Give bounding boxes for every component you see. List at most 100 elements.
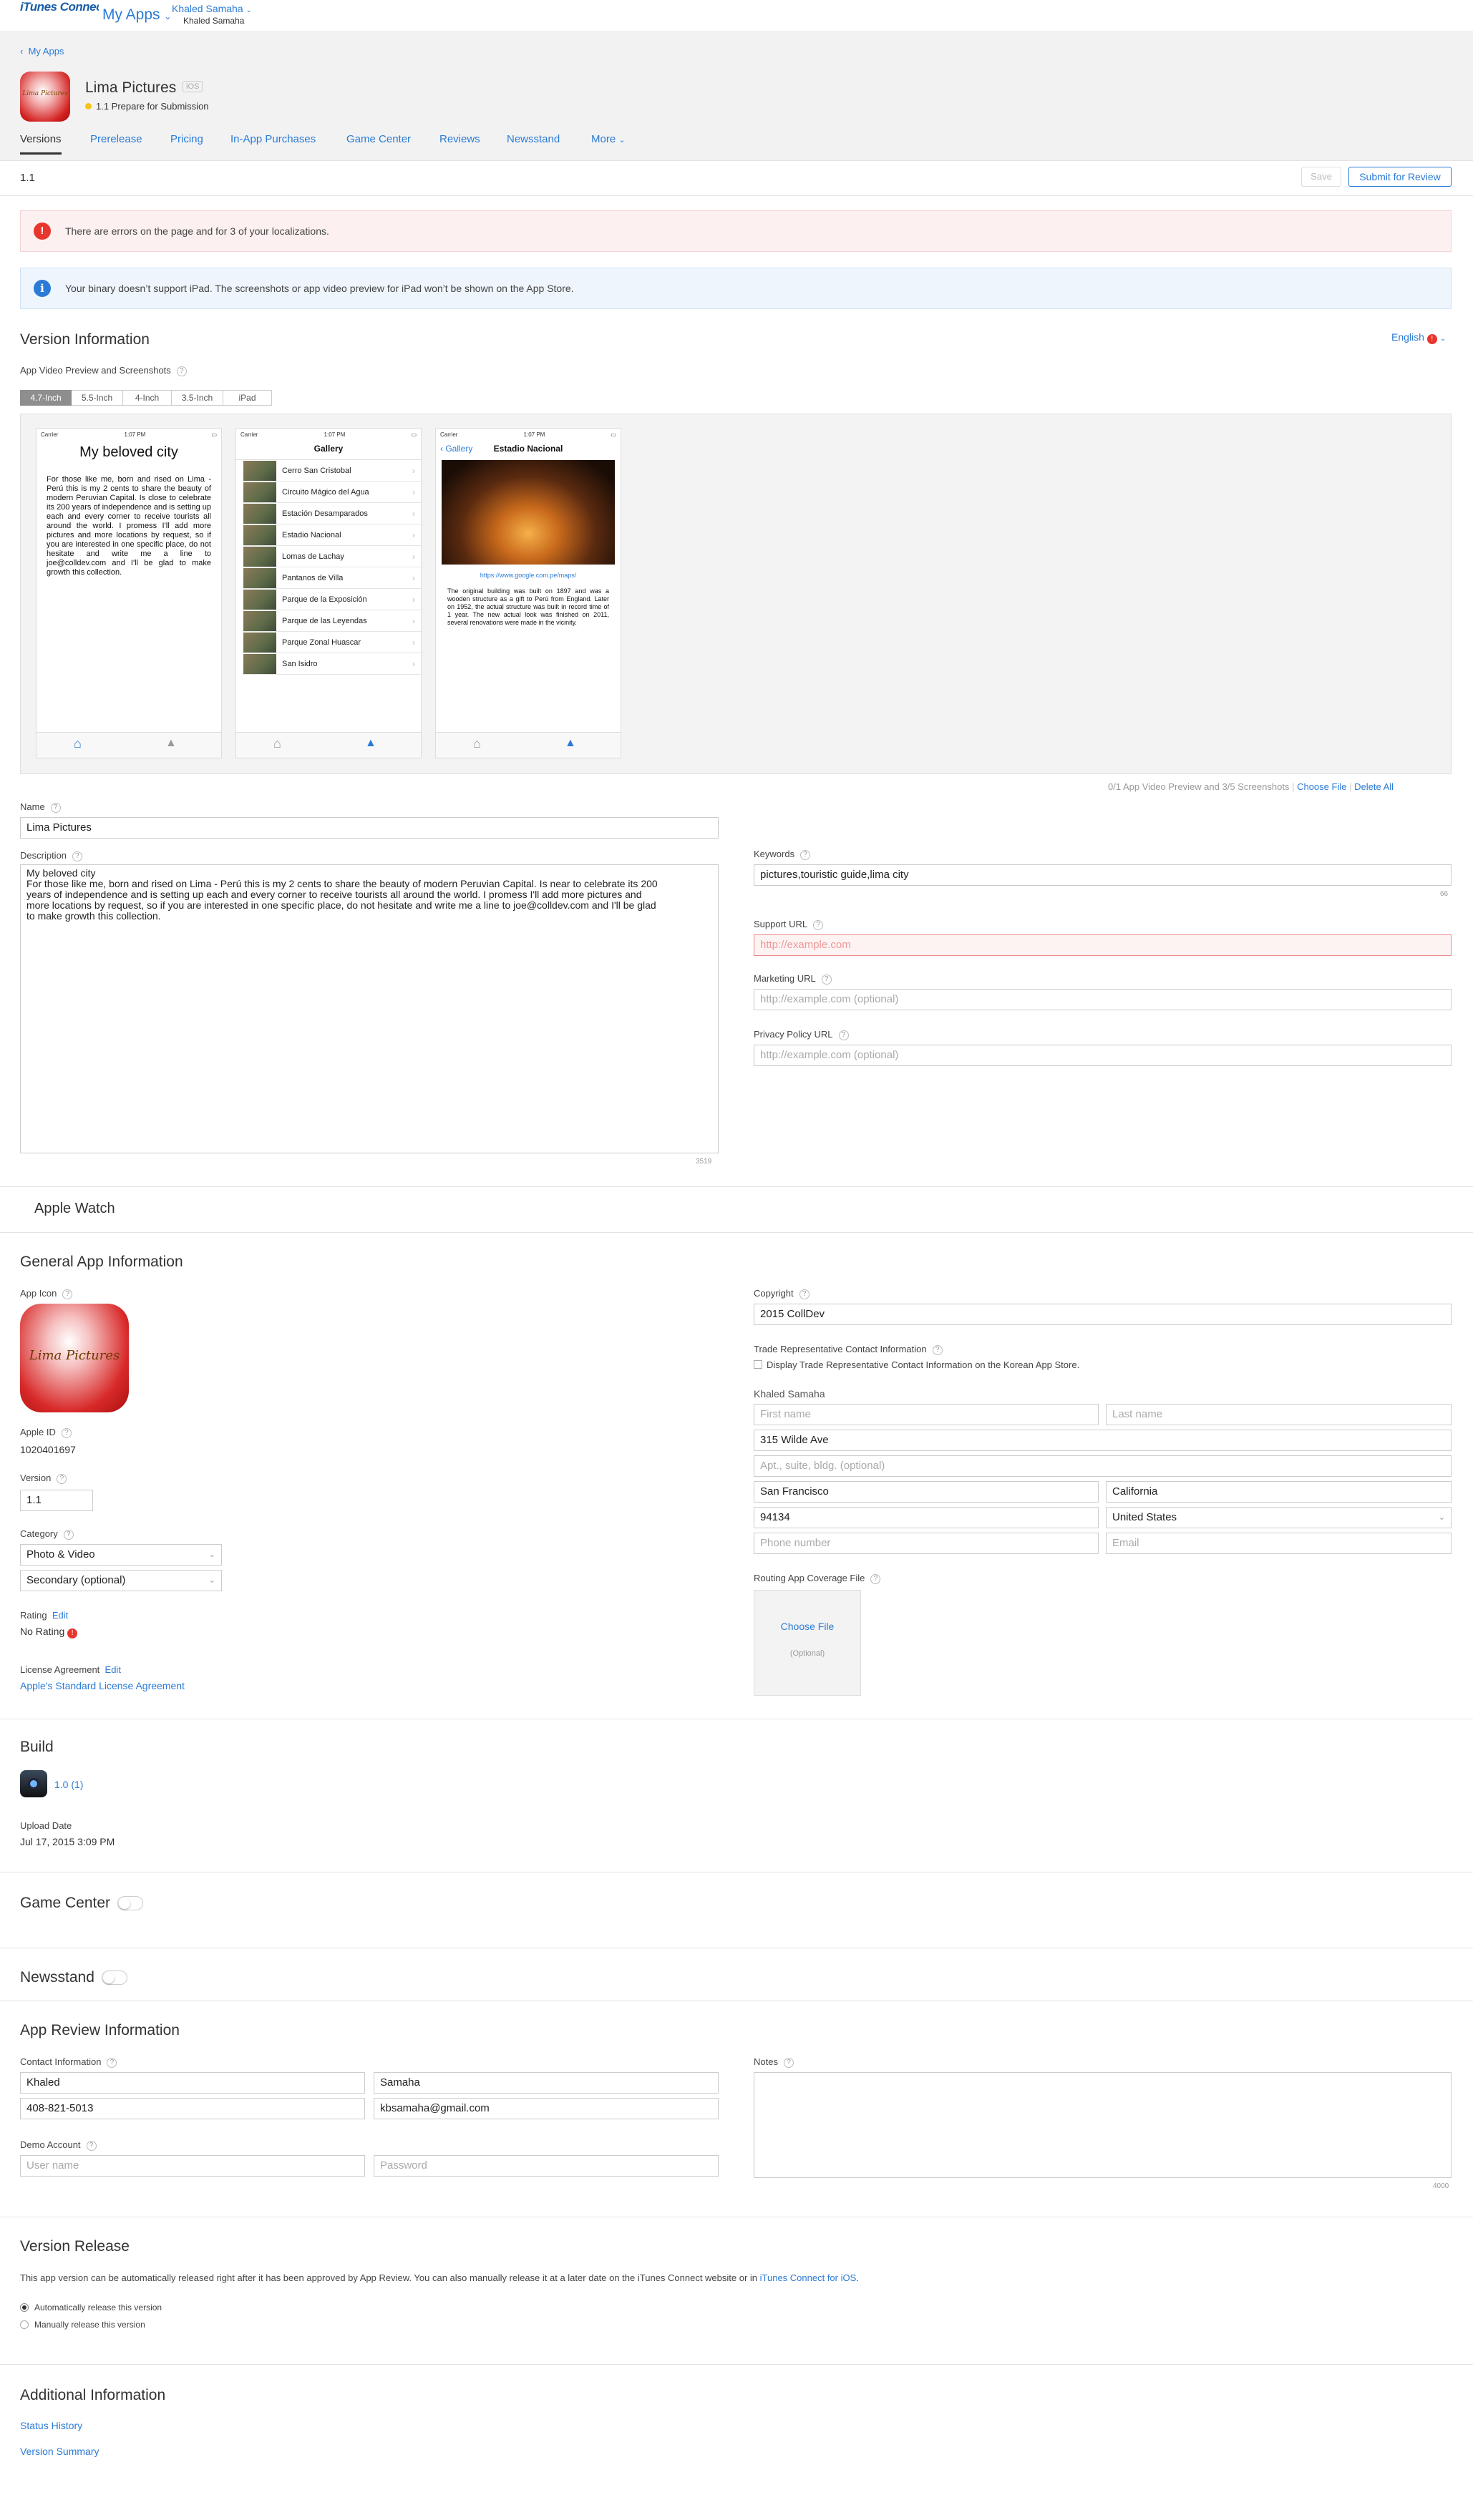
license-edit-link[interactable]: Edit	[105, 1664, 121, 1675]
list-item[interactable]: Estadio Nacional ›	[243, 524, 421, 546]
screenshot-1[interactable]: Carrier 1:07 PM ▭ My beloved city For thos…	[36, 428, 222, 758]
help-icon[interactable]: ?	[870, 1574, 881, 1584]
routing-file-dropzone[interactable]: Choose File (Optional)	[754, 1590, 861, 1696]
screenshot-3[interactable]: Carrier 1:07 PM ▭ ‹ Gallery Estadio Nacion…	[435, 428, 621, 758]
submit-for-review-button[interactable]: Submit for Review	[1348, 167, 1452, 187]
list-item[interactable]: Parque de la Exposición ›	[243, 589, 421, 610]
build-version-link[interactable]: 1.0 (1)	[54, 1779, 83, 1790]
list-item[interactable]: Parque de las Leyendas ›	[243, 610, 421, 632]
help-icon[interactable]: ?	[783, 2058, 794, 2068]
status-history-link[interactable]: Status History	[20, 2420, 82, 2431]
country-select[interactable]: United States ⌄	[1106, 1507, 1452, 1528]
help-icon[interactable]: ?	[50, 803, 61, 813]
version-release-description: This app version can be automatically re…	[20, 2272, 760, 2283]
version-summary-link[interactable]: Version Summary	[20, 2446, 99, 2457]
list-item[interactable]: Cerro San Cristobal ›	[243, 460, 421, 482]
help-icon[interactable]: ?	[57, 1474, 67, 1484]
help-icon[interactable]: ?	[799, 1289, 810, 1299]
help-icon[interactable]: ?	[813, 920, 824, 930]
tab-pricing[interactable]: Pricing	[170, 133, 203, 145]
newsstand-toggle[interactable]	[101, 1970, 127, 1986]
help-icon[interactable]: ?	[800, 850, 811, 860]
tab-versions[interactable]: Versions	[20, 133, 62, 155]
help-icon[interactable]: ?	[176, 366, 187, 376]
copyright-input[interactable]: 2015 CollDev	[754, 1304, 1452, 1325]
list-item[interactable]: Parque Zonal Huascar ›	[243, 632, 421, 653]
address-line2-input[interactable]: Apt., suite, bldg. (optional)	[754, 1455, 1452, 1477]
save-button[interactable]: Save	[1301, 167, 1341, 187]
routing-choose-file[interactable]: Choose File	[754, 1621, 860, 1632]
marketing-url-input[interactable]: http://example.com (optional)	[754, 989, 1452, 1010]
my-apps-menu[interactable]: My Apps ⌄	[102, 6, 171, 24]
screenshot-well[interactable]	[20, 414, 1452, 774]
review-phone-input[interactable]: 408-821-5013	[20, 2098, 365, 2119]
review-email-input[interactable]: kbsamaha@gmail.com	[374, 2098, 719, 2119]
privacy-url-input[interactable]: http://example.com (optional)	[754, 1045, 1452, 1066]
size-tab-3-5[interactable]: 3.5-Inch	[172, 390, 223, 406]
delete-all-link[interactable]: Delete All	[1354, 781, 1394, 792]
first-name-input[interactable]: First name	[754, 1404, 1099, 1425]
app-icon-large[interactable]: Lima Pictures	[20, 1304, 129, 1412]
last-name-input[interactable]: Last name	[1106, 1404, 1452, 1425]
help-icon[interactable]: ?	[63, 1530, 74, 1540]
license-link[interactable]: Apple's Standard License Agreement	[20, 1680, 185, 1691]
help-icon[interactable]: ?	[932, 1345, 943, 1355]
rating-edit-link[interactable]: Edit	[52, 1610, 68, 1621]
size-tab-5-5[interactable]: 5.5-Inch	[72, 390, 123, 406]
trade-rep-checkbox[interactable]: Display Trade Representative Contact Inf…	[754, 1359, 1079, 1370]
secondary-category-select[interactable]: Secondary (optional) ⌄	[20, 1570, 222, 1591]
name-input[interactable]: Lima Pictures	[20, 817, 719, 839]
zip-input[interactable]: 94134	[754, 1507, 1099, 1528]
notes-textarea[interactable]	[754, 2072, 1452, 2178]
tab-game-center[interactable]: Game Center	[346, 133, 411, 145]
help-icon[interactable]: ?	[72, 851, 83, 861]
help-icon[interactable]: ?	[62, 1289, 73, 1299]
list-item[interactable]: Lomas de Lachay ›	[243, 546, 421, 567]
tab-more[interactable]: More ⌄	[591, 133, 626, 145]
review-last-name-input[interactable]: Samaha	[374, 2072, 719, 2094]
tab-in-app-purchases[interactable]: In-App Purchases	[230, 133, 316, 145]
tab-prerelease[interactable]: Prerelease	[90, 133, 142, 145]
address-line1-input[interactable]: 315 Wilde Ave	[754, 1430, 1452, 1451]
release-auto-radio[interactable]: Automatically release this version	[20, 2302, 162, 2313]
description-textarea[interactable]: My beloved city For those like me, born …	[20, 864, 719, 1153]
review-first-name-input[interactable]: Khaled	[20, 2072, 365, 2094]
breadcrumb[interactable]: ‹ My Apps	[20, 46, 64, 57]
choose-file-link[interactable]: Choose File	[1297, 781, 1346, 792]
chevron-right-icon: ›	[412, 508, 415, 519]
email-input[interactable]: Email	[1106, 1533, 1452, 1554]
help-icon[interactable]: ?	[821, 975, 832, 985]
list-item[interactable]: Circuito Mágico del Agua ›	[243, 482, 421, 503]
itunes-connect-logo[interactable]: iTunes Connect	[20, 0, 99, 14]
demo-username-input[interactable]: User name	[20, 2155, 365, 2177]
language-selector[interactable]: English ! ⌄	[1391, 331, 1446, 344]
help-icon[interactable]: ?	[86, 2141, 97, 2151]
map-link[interactable]: https://www.google.com.pe/maps/	[436, 572, 621, 579]
game-center-toggle[interactable]	[117, 1896, 144, 1911]
release-manual-radio[interactable]: Manually release this version	[20, 2320, 145, 2330]
user-menu[interactable]: Khaled Samaha ⌄	[172, 3, 252, 14]
screenshot-2[interactable]: Carrier 1:07 PM ▭ Gallery Cerro San Cristo…	[235, 428, 422, 758]
tab-reviews[interactable]: Reviews	[439, 133, 480, 145]
size-tab-ipad[interactable]: iPad	[223, 390, 272, 406]
version-input[interactable]: 1.1	[20, 1490, 93, 1511]
keywords-input[interactable]: pictures,touristic guide,lima city	[754, 864, 1452, 886]
demo-password-input[interactable]: Password	[374, 2155, 719, 2177]
phone-input[interactable]: Phone number	[754, 1533, 1099, 1554]
size-tab-4[interactable]: 4-Inch	[123, 390, 172, 406]
state-input[interactable]: California	[1106, 1481, 1452, 1503]
tab-newsstand[interactable]: Newsstand	[507, 133, 560, 145]
help-icon[interactable]: ?	[838, 1030, 849, 1040]
primary-category-select[interactable]: Photo & Video ⌄	[20, 1544, 222, 1566]
support-url-input[interactable]: http://example.com	[754, 934, 1452, 956]
list-item[interactable]: Estación Desamparados ›	[243, 503, 421, 524]
size-tab-4-7[interactable]: 4.7-Inch	[20, 390, 72, 406]
status-bar: Carrier 1:07 PM ▭	[236, 429, 421, 441]
list-item[interactable]: Pantanos de Villa ›	[243, 567, 421, 589]
apple-watch-title[interactable]: Apple Watch	[34, 1201, 115, 1217]
help-icon[interactable]: ?	[61, 1428, 72, 1438]
city-input[interactable]: San Francisco	[754, 1481, 1099, 1503]
list-item[interactable]: San Isidro ›	[243, 653, 421, 675]
itunes-connect-ios-link[interactable]: iTunes Connect for iOS	[760, 2272, 857, 2283]
help-icon[interactable]: ?	[107, 2058, 117, 2068]
